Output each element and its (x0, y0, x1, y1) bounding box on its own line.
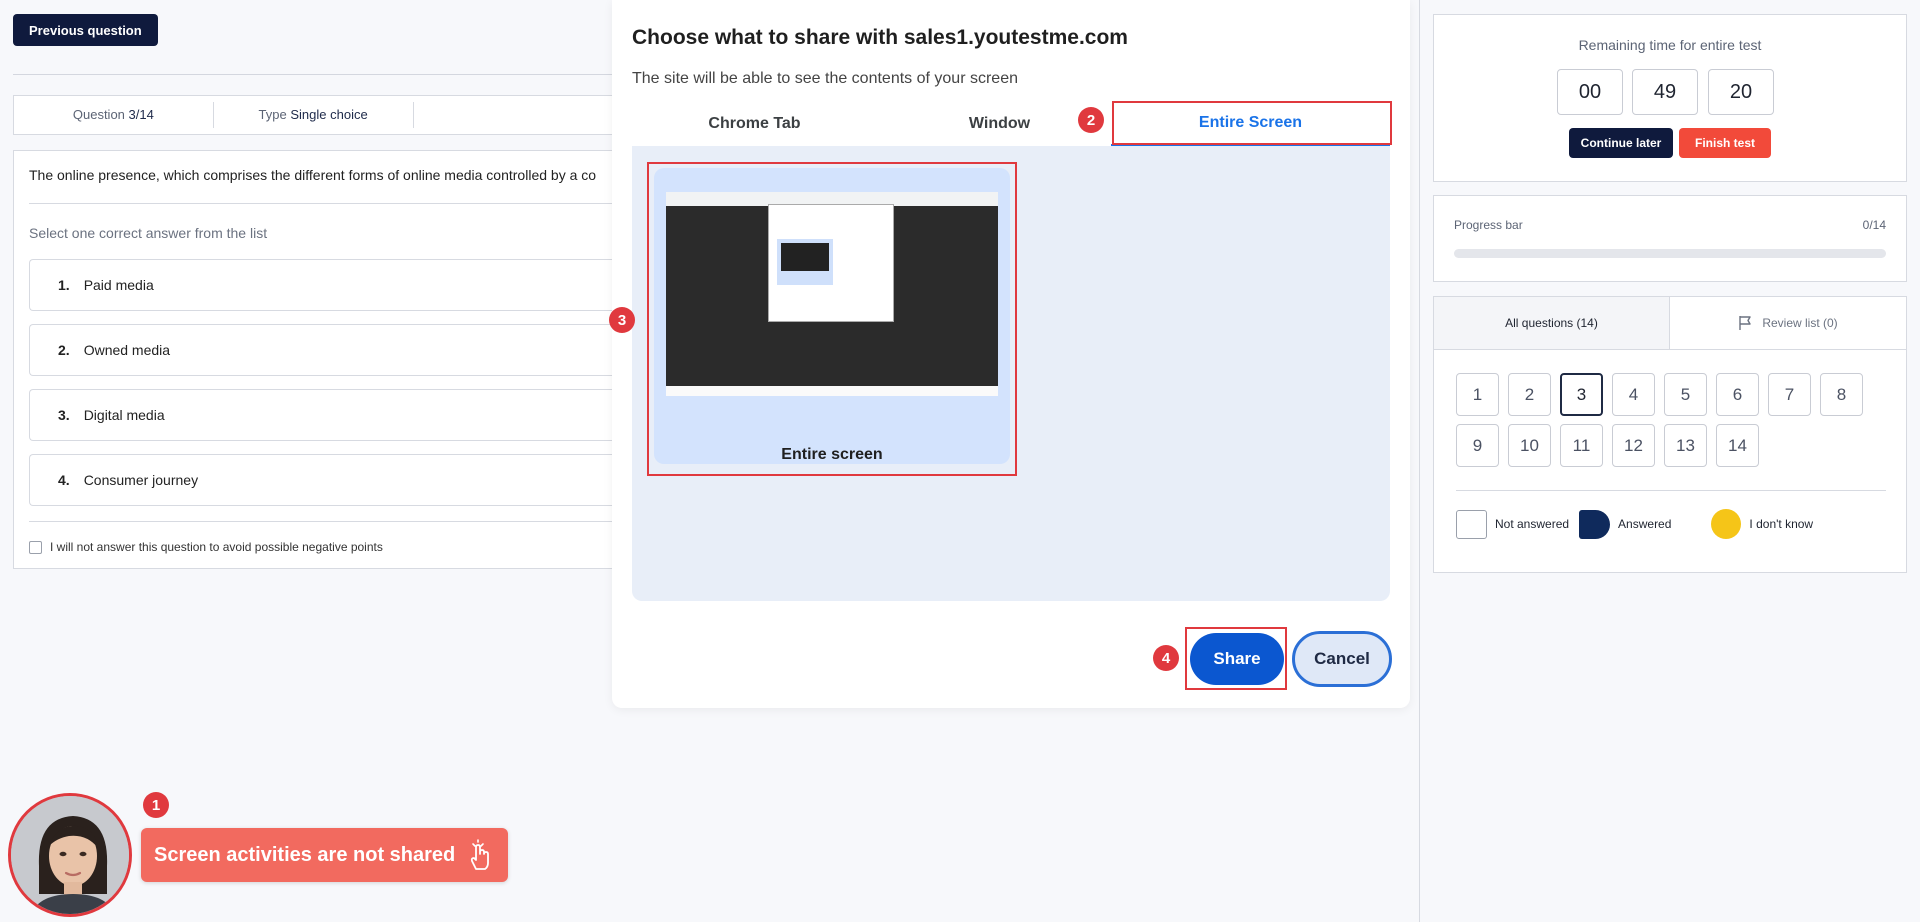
question-number-button-14[interactable]: 14 (1716, 424, 1759, 467)
question-number-button-12[interactable]: 12 (1612, 424, 1655, 467)
step-badge-1: 1 (143, 792, 169, 818)
tab-review-list[interactable]: Review list (0) (1670, 297, 1906, 350)
timer-seconds: 20 (1708, 69, 1774, 115)
question-text: The online presence, which comprises the… (29, 167, 597, 183)
timer-card: Remaining time for entire test 00 49 20 … (1433, 14, 1907, 182)
answer-option-2[interactable]: 2. Owned media (29, 324, 614, 376)
finish-test-button[interactable]: Finish test (1679, 128, 1771, 158)
progress-label: Progress bar (1454, 218, 1523, 232)
step-badge-4: 4 (1153, 645, 1179, 671)
question-info-empty-cell (414, 102, 614, 128)
previous-question-button[interactable]: Previous question (13, 14, 158, 46)
not-answered-swatch (1456, 509, 1487, 539)
type-label: Type (258, 107, 287, 122)
question-number-grid: 1 2 3 4 5 6 7 8 9 10 11 12 13 14 (1456, 373, 1886, 467)
toast-text: Screen activities are not shared (154, 843, 456, 866)
screen-share-dialog: Choose what to share with sales1.youtest… (609, 0, 1410, 708)
tab-all-questions[interactable]: All questions (14) (1434, 297, 1670, 350)
legend-dont-know: I don't know (1749, 517, 1814, 531)
question-label: Question (72, 107, 125, 122)
quiz-page: Previous question Question 3/14 Type Sin… (0, 0, 614, 922)
progress-card: Progress bar 0/14 (1433, 195, 1907, 282)
timer-hours: 00 (1557, 69, 1623, 115)
tab-entire-screen[interactable]: Entire Screen (1111, 102, 1390, 146)
step-badge-2: 2 (1078, 107, 1104, 133)
flag-icon (1739, 316, 1752, 330)
question-number-button-5[interactable]: 5 (1664, 373, 1707, 416)
question-number-button-2[interactable]: 2 (1508, 373, 1551, 416)
answer-number: 2. (58, 342, 70, 358)
dialog-subtitle: The site will be able to see the content… (632, 70, 1018, 87)
question-type-cell: Type Single choice (214, 102, 414, 128)
screen-share-warning-toast: Screen activities are not shared (141, 828, 508, 882)
dont-know-swatch (1711, 509, 1742, 539)
continue-later-button[interactable]: Continue later (1569, 128, 1673, 158)
legend-not-answered: Not answered (1495, 517, 1570, 531)
progress-bar (1454, 249, 1886, 258)
question-number-button-7[interactable]: 7 (1768, 373, 1811, 416)
legend-answered: Answered (1618, 517, 1672, 531)
question-type: Single choice (290, 107, 368, 122)
answer-option-1[interactable]: 1. Paid media (29, 259, 614, 311)
thumbnail-dialog (768, 204, 894, 322)
answer-option-4[interactable]: 4. Consumer journey (29, 454, 614, 506)
review-list-label: Review list (0) (1762, 316, 1838, 330)
skip-question-checkbox[interactable] (29, 540, 42, 554)
answer-text: Consumer journey (83, 472, 199, 488)
question-number-button-3[interactable]: 3 (1560, 373, 1603, 416)
question-number-cell: Question 3/14 (14, 102, 214, 128)
thumbnail-taskbar (666, 386, 998, 396)
question-number-button-11[interactable]: 11 (1560, 424, 1603, 467)
timer-minutes: 49 (1632, 69, 1698, 115)
question-number-button-6[interactable]: 6 (1716, 373, 1759, 416)
question-info-bar: Question 3/14 Type Single choice (13, 95, 613, 135)
question-number-button-4[interactable]: 4 (1612, 373, 1655, 416)
question-number-button-13[interactable]: 13 (1664, 424, 1707, 467)
answer-number: 3. (58, 407, 70, 423)
skip-question-label: I will not answer this question to avoid… (50, 540, 383, 554)
tab-chrome-tab[interactable]: Chrome Tab (632, 102, 877, 146)
divider (1456, 490, 1886, 491)
divider (13, 74, 613, 75)
question-number-button-1[interactable]: 1 (1456, 373, 1499, 416)
entire-screen-option[interactable]: Entire screen (654, 168, 1010, 464)
skip-question-row[interactable]: I will not answer this question to avoid… (29, 540, 383, 554)
share-button[interactable]: Share (1190, 633, 1284, 685)
share-source-pane: Entire screen (632, 146, 1390, 601)
legend: Not answered Answered I don't know (1456, 509, 1813, 539)
panel-divider (1419, 0, 1420, 922)
question-body: The online presence, which comprises the… (13, 150, 614, 569)
hand-pointer-icon (471, 839, 490, 870)
timer-title: Remaining time for entire test (1578, 37, 1762, 53)
answer-number: 4. (58, 472, 70, 488)
answer-text: Paid media (83, 277, 154, 293)
question-number-button-8[interactable]: 8 (1820, 373, 1863, 416)
answer-instruction: Select one correct answer from the list (29, 225, 268, 241)
thumbnail-preview (777, 239, 833, 285)
answer-number: 1. (58, 277, 70, 293)
question-number-button-9[interactable]: 9 (1456, 424, 1499, 467)
progress-count: 0/14 (1862, 218, 1886, 232)
answer-option-3[interactable]: 3. Digital media (29, 389, 614, 441)
entire-screen-label: Entire screen (781, 446, 883, 463)
webcam-avatar (8, 793, 132, 917)
answered-swatch (1579, 509, 1611, 539)
dialog-title: Choose what to share with sales1.youtest… (632, 26, 1128, 49)
question-number: 3/14 (128, 107, 154, 122)
question-navigator: All questions (14) Review list (0) 12345… (1433, 296, 1907, 573)
cancel-button[interactable]: Cancel (1292, 631, 1392, 687)
divider (29, 203, 614, 204)
divider (29, 521, 614, 522)
question-number-button-10[interactable]: 10 (1508, 424, 1551, 467)
screen-thumbnail (666, 192, 998, 396)
answer-text: Owned media (83, 342, 171, 358)
step-badge-3: 3 (609, 307, 635, 333)
answer-text: Digital media (83, 407, 165, 423)
